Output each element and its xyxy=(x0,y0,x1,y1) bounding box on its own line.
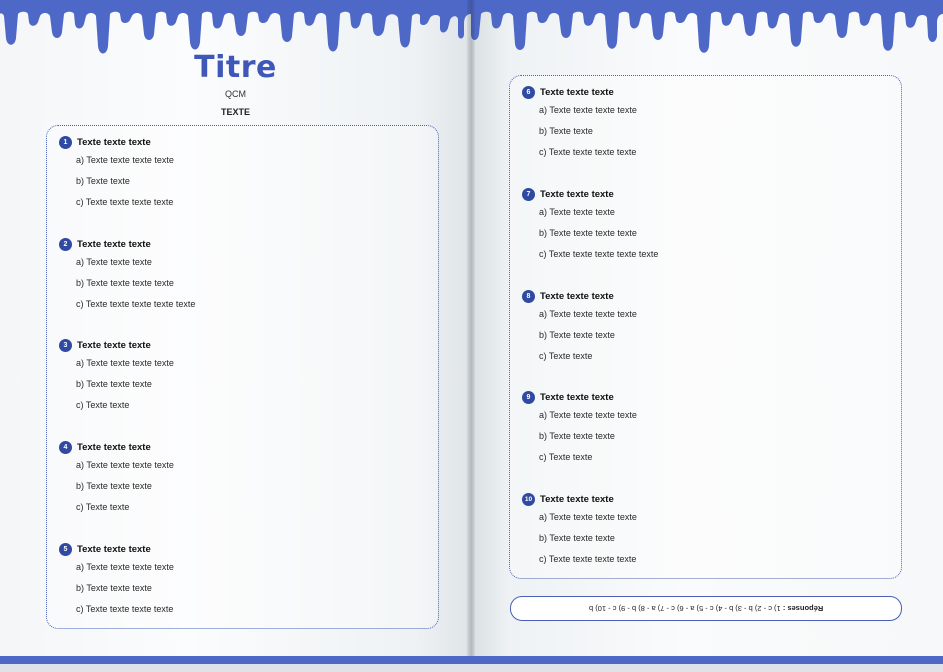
question-title: Texte texte texte xyxy=(77,339,151,351)
question-5: 5 Texte texte texte a) Texte texte texte … xyxy=(59,541,174,620)
question-title: Texte texte texte xyxy=(540,391,614,403)
answer-option: c) Texte texte xyxy=(76,400,130,410)
answer-option: c) Texte texte texte texte texte xyxy=(76,299,196,309)
question-title: Texte texte texte xyxy=(77,136,151,148)
bottom-shadow xyxy=(0,664,943,672)
question-8: 8 Texte texte texte a) Texte texte texte … xyxy=(522,288,637,367)
question-9: 9 Texte texte texte a) Texte texte texte … xyxy=(522,389,637,468)
page-title: Titre xyxy=(194,50,277,85)
answer-option: b) Texte texte texte texte xyxy=(76,278,174,288)
answer-option: b) Texte texte texte xyxy=(539,330,615,340)
page-subtitle: QCM xyxy=(225,89,246,99)
answer-option: b) Texte texte texte xyxy=(539,431,615,441)
bottom-color-band xyxy=(0,656,943,664)
question-number-badge: 1 xyxy=(59,135,72,149)
answer-option: a) Texte texte texte texte xyxy=(539,105,637,115)
question-title: Texte texte texte xyxy=(77,238,151,250)
answer-option: c) Texte texte texte texte xyxy=(539,147,637,157)
question-title: Texte texte texte xyxy=(540,290,614,302)
question-number-badge: 4 xyxy=(59,440,72,454)
answer-option: a) Texte texte texte texte xyxy=(539,410,637,420)
question-10: 10 Texte texte texte a) Texte texte texte… xyxy=(522,491,637,570)
question-2: 2 Texte texte texte a) Texte texte texte … xyxy=(59,236,195,315)
answer-option: c) Texte texte texte texte xyxy=(539,554,637,564)
question-number-badge: 5 xyxy=(59,542,72,556)
answer-option: c) Texte texte texte texte texte xyxy=(539,249,659,259)
answer-option: c) Texte texte xyxy=(76,502,130,512)
question-number-badge: 3 xyxy=(59,338,72,352)
answer-option: a) Texte texte texte xyxy=(76,257,152,267)
book-spine-shadow xyxy=(467,0,475,656)
answer-key-text: Réponses : 1) c - 2) b - 3) b - 4) c - 5… xyxy=(589,604,823,613)
question-title: Texte texte texte xyxy=(540,493,614,505)
question-4: 4 Texte texte texte a) Texte texte texte … xyxy=(59,439,174,518)
answer-option: a) Texte texte texte texte xyxy=(76,358,174,368)
answer-option: c) Texte texte xyxy=(539,452,593,462)
question-1: 1 Texte texte texte a) Texte texte texte … xyxy=(59,134,174,213)
answer-option: c) Texte texte texte texte xyxy=(76,604,174,614)
answer-option: b) Texte texte texte xyxy=(76,583,152,593)
answer-option: a) Texte texte texte xyxy=(539,207,615,217)
question-number-badge: 8 xyxy=(522,289,535,303)
paint-drips-decoration xyxy=(471,0,943,60)
answer-option: b) Texte texte texte xyxy=(76,481,152,491)
book-spread: Titre QCM TEXTE 1 Texte texte texte a) Te… xyxy=(0,0,943,672)
question-number-badge: 9 xyxy=(522,390,535,404)
page-subheading: TEXTE xyxy=(220,107,250,117)
answer-key-box: Réponses : 1) c - 2) b - 3) b - 4) c - 5… xyxy=(510,596,902,621)
answer-option: c) Texte texte xyxy=(539,351,593,361)
answer-option: c) Texte texte texte texte xyxy=(76,197,174,207)
answer-option: a) Texte texte texte texte xyxy=(76,562,174,572)
answer-key-label: Réponses : xyxy=(782,604,824,613)
question-title: Texte texte texte xyxy=(540,86,614,98)
question-title: Texte texte texte xyxy=(77,441,151,453)
question-6: 6 Texte texte texte a) Texte texte texte … xyxy=(522,84,637,163)
question-3: 3 Texte texte texte a) Texte texte texte … xyxy=(59,337,174,416)
question-number-badge: 10 xyxy=(522,492,535,506)
answer-option: b) Texte texte texte xyxy=(539,533,615,543)
answer-option: b) Texte texte xyxy=(539,126,593,136)
answer-option: b) Texte texte xyxy=(76,176,130,186)
left-page: Titre QCM TEXTE 1 Texte texte texte a) Te… xyxy=(0,0,471,656)
answer-option: b) Texte texte texte texte xyxy=(539,228,637,238)
question-number-badge: 2 xyxy=(59,237,72,251)
answer-option: a) Texte texte texte texte xyxy=(76,460,174,470)
answer-option: a) Texte texte texte texte xyxy=(539,512,637,522)
questions-box-right: 6 Texte texte texte a) Texte texte texte … xyxy=(509,75,902,579)
answer-option: a) Texte texte texte texte xyxy=(76,155,174,165)
question-title: Texte texte texte xyxy=(540,188,614,200)
question-title: Texte texte texte xyxy=(77,543,151,555)
questions-box-left: 1 Texte texte texte a) Texte texte texte … xyxy=(46,125,439,629)
answer-key-values: 1) c - 2) b - 3) b - 4) c - 5) a - 6) c … xyxy=(588,604,781,613)
answer-option: b) Texte texte texte xyxy=(76,379,152,389)
question-7: 7 Texte texte texte a) Texte texte texte … xyxy=(522,186,658,265)
right-page: 6 Texte texte texte a) Texte texte texte … xyxy=(471,0,943,656)
question-number-badge: 7 xyxy=(522,187,535,201)
question-number-badge: 6 xyxy=(522,85,535,99)
answer-option: a) Texte texte texte texte xyxy=(539,309,637,319)
